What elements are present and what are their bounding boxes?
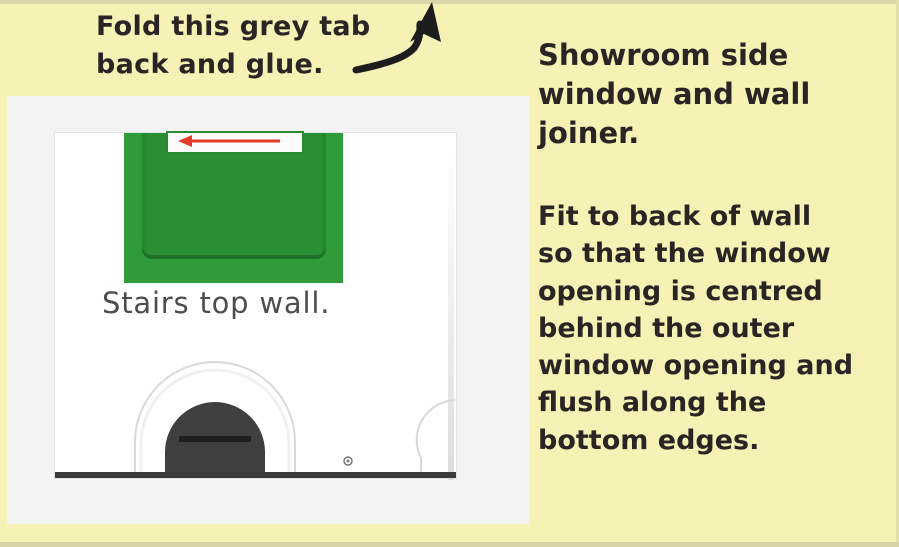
instructions-line-1: Fit to back of wall	[538, 201, 812, 232]
instructions-line-6: flush along the	[538, 387, 767, 419]
title-line-2: window and wall	[538, 77, 811, 111]
piece-caption: Stairs top wall.	[102, 286, 331, 320]
title-line-1: Showroom side	[538, 38, 789, 72]
instructions-line-5: window opening and	[538, 350, 854, 382]
piece-bottom-edge	[55, 472, 456, 478]
instructions-line-4: behind the outer	[538, 312, 795, 344]
instructions-line-3: opening is centred	[538, 275, 823, 307]
fitting-instructions: Fit to back of wall so that the window o…	[538, 198, 853, 459]
title-line-3: joiner.	[538, 116, 640, 150]
card-bottom-edge	[0, 542, 899, 547]
instructions-line-2: so that the window	[538, 238, 831, 270]
instruction-card: Fold this grey tab back and glue. Showro…	[0, 0, 899, 547]
instructions-line-7: bottom edges.	[538, 424, 760, 456]
arrow-left-icon	[178, 135, 280, 147]
arch-openings	[134, 361, 456, 474]
piece-title: Showroom side window and wall joiner.	[538, 36, 810, 153]
